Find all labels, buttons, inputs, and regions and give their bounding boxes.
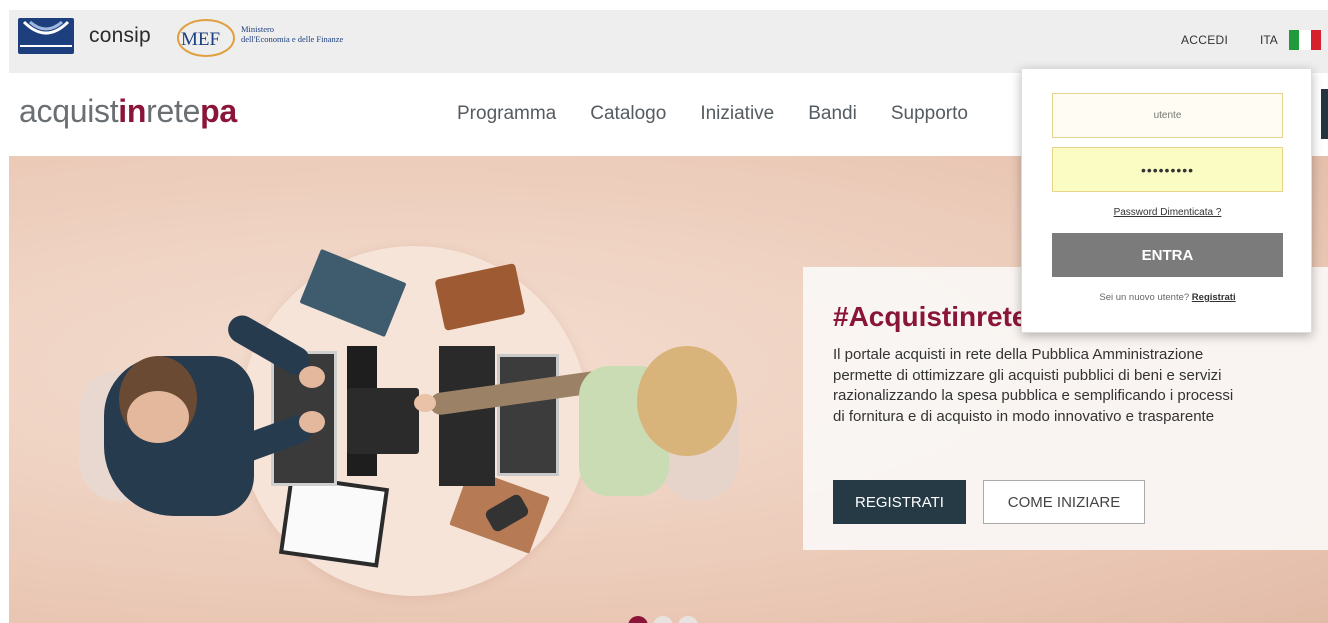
nav-item-supporto[interactable]: Supporto bbox=[891, 103, 968, 125]
hero-title: #Acquistinrete bbox=[833, 301, 1028, 332]
nav-item-programma[interactable]: Programma bbox=[457, 103, 556, 125]
brand-part-3: rete bbox=[146, 93, 201, 129]
login-submit-button[interactable]: ENTRA bbox=[1052, 233, 1283, 277]
consip-brand-text[interactable]: consip bbox=[89, 24, 151, 48]
hero-illustration-tablet bbox=[347, 388, 419, 454]
new-user-text: Sei un nuovo utente? bbox=[1099, 292, 1192, 303]
nav-item-bandi[interactable]: Bandi bbox=[808, 103, 857, 125]
hero-illustration-woman-head bbox=[637, 346, 737, 456]
hero-illustration-hand bbox=[299, 366, 325, 388]
hero-illustration-clipboard bbox=[278, 474, 390, 568]
brand-part-4: pa bbox=[200, 93, 237, 129]
site-logo[interactable]: acquistinretepa bbox=[19, 93, 237, 130]
how-to-start-button[interactable]: COME INIZIARE bbox=[983, 480, 1145, 524]
consip-logo-icon[interactable] bbox=[18, 18, 74, 54]
carousel-dot-1[interactable] bbox=[628, 616, 648, 623]
mef-logo-text: MEF bbox=[181, 29, 220, 50]
italian-flag-icon[interactable] bbox=[1289, 30, 1323, 50]
flag-stripe-green bbox=[1289, 30, 1299, 50]
brand-part-2: in bbox=[118, 93, 147, 129]
brand-part-1: acquist bbox=[19, 93, 119, 129]
flag-stripe-red bbox=[1311, 30, 1321, 50]
password-input[interactable] bbox=[1052, 147, 1283, 192]
mef-line-1: Ministero bbox=[241, 24, 275, 34]
hero-illustration-laptop-right-keyboard bbox=[497, 354, 559, 476]
mef-ministry-text: Ministero dell'Economia e delle Finanze bbox=[241, 24, 343, 44]
carousel-dot-3[interactable] bbox=[678, 616, 698, 623]
mef-line-2: dell'Economia e delle Finanze bbox=[241, 34, 344, 44]
flag-stripe-white bbox=[1299, 30, 1311, 50]
nav-menu: Programma Catalogo Iniziative Bandi Supp… bbox=[457, 103, 1002, 125]
nav-dark-button-edge[interactable] bbox=[1321, 89, 1328, 139]
hero-description: Il portale acquisti in rete della Pubbli… bbox=[833, 346, 1234, 425]
username-input[interactable] bbox=[1052, 93, 1283, 138]
carousel-dot-2[interactable] bbox=[653, 616, 673, 623]
nav-item-iniziative[interactable]: Iniziative bbox=[700, 103, 774, 125]
top-bar: consip MEF Ministero dell'Economia e del… bbox=[9, 10, 1328, 73]
accedi-link[interactable]: ACCEDI bbox=[1181, 33, 1228, 47]
login-popup: Password Dimenticata ? ENTRA Sei un nuov… bbox=[1021, 68, 1312, 333]
hero-illustration-hand bbox=[414, 394, 436, 412]
language-selector[interactable]: ITA bbox=[1260, 33, 1278, 47]
carousel-indicators bbox=[628, 616, 698, 623]
mef-logo-icon[interactable]: MEF bbox=[173, 14, 239, 60]
new-user-prompt: Sei un nuovo utente? Registrati bbox=[1022, 292, 1313, 303]
forgot-password-link[interactable]: Password Dimenticata ? bbox=[1022, 207, 1313, 218]
register-link[interactable]: Registrati bbox=[1192, 292, 1236, 303]
hero-illustration-man-face bbox=[127, 391, 189, 443]
nav-item-catalogo[interactable]: Catalogo bbox=[590, 103, 666, 125]
hero-illustration-laptop-right bbox=[439, 346, 495, 486]
register-button[interactable]: REGISTRATI bbox=[833, 480, 966, 524]
hero-illustration-hand bbox=[299, 411, 325, 433]
